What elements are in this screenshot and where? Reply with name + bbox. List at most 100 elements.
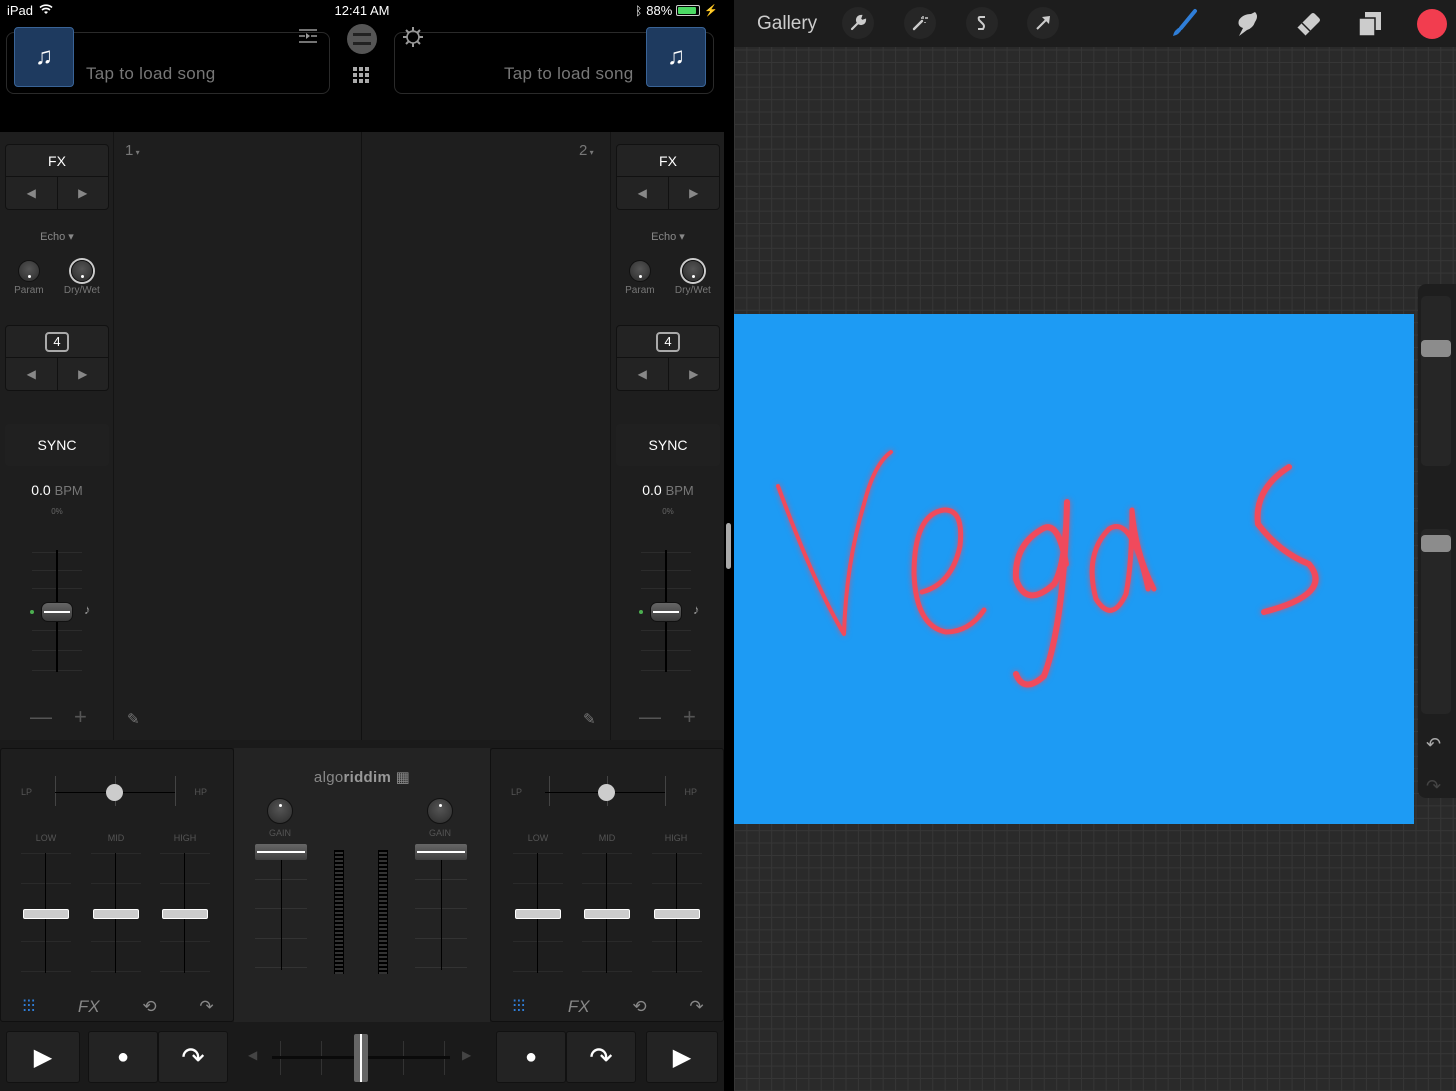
crossfader-right-arrow-icon[interactable]: ▶ xyxy=(462,1048,471,1062)
pitch-minus-button[interactable]: — xyxy=(639,704,661,730)
volume-fader-handle[interactable] xyxy=(255,844,307,860)
settings-gear-icon[interactable] xyxy=(402,26,424,53)
deck-1-fx-next-button[interactable]: ▶ xyxy=(58,177,109,209)
deck-2-load-text[interactable]: Tap to load song xyxy=(504,64,634,84)
deck-2-play-button[interactable]: ▶ xyxy=(646,1031,718,1083)
deck-2-loop-next-button[interactable]: ▶ xyxy=(669,358,720,390)
brush-size-slider[interactable] xyxy=(1421,296,1451,466)
eq-sliders-icon[interactable]: ⫶⫶⫶ xyxy=(22,997,35,1017)
crossfader[interactable]: ◀ ▶ xyxy=(240,1031,480,1083)
deck-2-eq-mid-slider[interactable] xyxy=(582,853,632,973)
skip-arrow-icon[interactable]: ↷ xyxy=(689,997,703,1017)
dropdown-arrow-icon: ▾ xyxy=(587,148,594,157)
deck-1-volume-fader[interactable] xyxy=(255,844,307,974)
deck-2-cue-button[interactable]: ● xyxy=(496,1031,566,1083)
layers-icon[interactable] xyxy=(1355,8,1385,38)
play-icon: ▶ xyxy=(33,1043,53,1071)
deck-1-drywet-knob[interactable] xyxy=(70,260,93,282)
deck-2-drywet-knob[interactable] xyxy=(681,260,704,282)
magic-wand-icon[interactable] xyxy=(904,7,936,39)
key-lock-icon[interactable]: ♪ xyxy=(84,602,91,617)
loop-repeat-icon[interactable]: ⟲ xyxy=(632,997,646,1017)
deck-2-eq-low-slider[interactable] xyxy=(513,853,563,973)
opacity-thumb[interactable] xyxy=(1421,535,1451,552)
deck-2-pitch-slider[interactable] xyxy=(641,550,691,672)
deck-1-load-text[interactable]: Tap to load song xyxy=(86,64,216,84)
opacity-slider[interactable] xyxy=(1421,529,1451,714)
spotify-icon[interactable] xyxy=(347,24,377,54)
deck-2-eq-high-slider[interactable] xyxy=(652,853,702,973)
color-picker-button[interactable] xyxy=(1417,9,1447,39)
deck-1-edit-pencil-icon[interactable]: ✎ xyxy=(127,710,140,728)
pitch-slider-handle[interactable] xyxy=(650,602,682,622)
deck-2-skip-button[interactable]: ↷ xyxy=(566,1031,636,1083)
eraser-icon[interactable] xyxy=(1293,8,1323,38)
triangle-right-icon: ▶ xyxy=(689,367,699,381)
deck-1-loop-button[interactable]: 4 xyxy=(6,326,108,358)
pitch-plus-button[interactable]: + xyxy=(74,704,87,730)
deck-2-param-knob[interactable] xyxy=(628,260,651,282)
deck-2-gain-knob[interactable] xyxy=(427,798,453,824)
fx-tab[interactable]: FX xyxy=(568,997,590,1017)
smudge-icon[interactable] xyxy=(1231,8,1261,38)
waveform-area[interactable]: 1 ▾ 2 ▾ ✎ ✎ xyxy=(115,132,610,740)
drawing-canvas[interactable]: Vegas xyxy=(734,314,1414,824)
transform-arrow-icon[interactable] xyxy=(1027,7,1059,39)
deck-1-fx-button[interactable]: FX xyxy=(6,145,108,177)
deck-1-gain-knob[interactable] xyxy=(267,798,293,824)
deck-1-fx-prev-button[interactable]: ◀ xyxy=(6,177,58,209)
eq-sliders-icon[interactable]: ⫶⫶⫶ xyxy=(512,997,525,1017)
deck-2-song-artwork[interactable]: ♫ xyxy=(646,27,706,87)
deck-2-sync-button[interactable]: SYNC xyxy=(616,424,720,466)
deck-2-fx-next-button[interactable]: ▶ xyxy=(669,177,720,209)
deck-1-eq-high-slider[interactable] xyxy=(160,853,210,973)
split-view-handle[interactable] xyxy=(726,523,731,569)
deck-2-loop-button[interactable]: 4 xyxy=(617,326,719,358)
deck-2-fx-button[interactable]: FX xyxy=(617,145,719,177)
deck-1-sync-button[interactable]: SYNC xyxy=(5,424,109,466)
deck-1-loop-next-button[interactable]: ▶ xyxy=(58,358,109,390)
redo-icon[interactable]: ↷ xyxy=(1426,776,1441,797)
deck-2-number[interactable]: 2 ▾ xyxy=(579,142,594,159)
undo-icon[interactable]: ↶ xyxy=(1426,734,1441,755)
brush-icon[interactable] xyxy=(1169,8,1199,38)
deck-1-play-button[interactable]: ▶ xyxy=(6,1031,80,1083)
deck-1-number[interactable]: 1 ▾ xyxy=(125,142,140,159)
gallery-button[interactable]: Gallery xyxy=(757,13,817,35)
deck-1-eq-mid-slider[interactable] xyxy=(91,853,141,973)
pitch-slider-handle[interactable] xyxy=(41,602,73,622)
deck-2-effect-select[interactable]: Echo ▾ xyxy=(611,230,725,243)
mixer: LP HP LOW MID HIGH ⫶⫶⫶ FX ⟲ ↷ algoriddim… xyxy=(0,740,724,1023)
queue-icon[interactable] xyxy=(298,28,318,49)
deck-1-cue-button[interactable]: ● xyxy=(88,1031,158,1083)
brush-size-thumb[interactable] xyxy=(1421,340,1451,357)
pitch-plus-button[interactable]: + xyxy=(683,704,696,730)
wrench-icon[interactable] xyxy=(842,7,874,39)
skip-arrow-icon[interactable]: ↷ xyxy=(199,997,213,1017)
crossfader-left-arrow-icon[interactable]: ◀ xyxy=(248,1048,257,1062)
deck-2-loop-prev-button[interactable]: ◀ xyxy=(617,358,669,390)
deck-2-edit-pencil-icon[interactable]: ✎ xyxy=(583,710,596,728)
selection-icon[interactable] xyxy=(966,7,998,39)
key-lock-icon[interactable]: ♪ xyxy=(693,602,700,617)
grid-menu-icon[interactable] xyxy=(352,66,370,89)
deck-2-fx-prev-button[interactable]: ◀ xyxy=(617,177,669,209)
deck-1-eq-low-slider[interactable] xyxy=(21,853,71,973)
crossfader-handle[interactable] xyxy=(354,1034,368,1082)
deck-1-song-artwork[interactable]: ♫ xyxy=(14,27,74,87)
volume-fader-handle[interactable] xyxy=(415,844,467,860)
deck-1-loop-prev-button[interactable]: ◀ xyxy=(6,358,58,390)
deck-1-effect-select[interactable]: Echo ▾ xyxy=(0,230,114,243)
deck-1-param-knob[interactable] xyxy=(17,260,40,282)
filter-handle[interactable] xyxy=(106,784,123,801)
deck-2-volume-fader[interactable] xyxy=(415,844,467,974)
filter-handle[interactable] xyxy=(598,784,615,801)
deck-1-filter-slider[interactable]: LP HP xyxy=(17,773,217,813)
pitch-minus-button[interactable]: — xyxy=(30,704,52,730)
loop-repeat-icon[interactable]: ⟲ xyxy=(142,997,156,1017)
fx-tab[interactable]: FX xyxy=(78,997,100,1017)
deck-1-pitch-slider[interactable] xyxy=(32,550,82,672)
deck-1-skip-button[interactable]: ↷ xyxy=(158,1031,228,1083)
deck-2-filter-slider[interactable]: LP HP xyxy=(507,773,707,813)
split-view-divider[interactable] xyxy=(724,0,734,1091)
